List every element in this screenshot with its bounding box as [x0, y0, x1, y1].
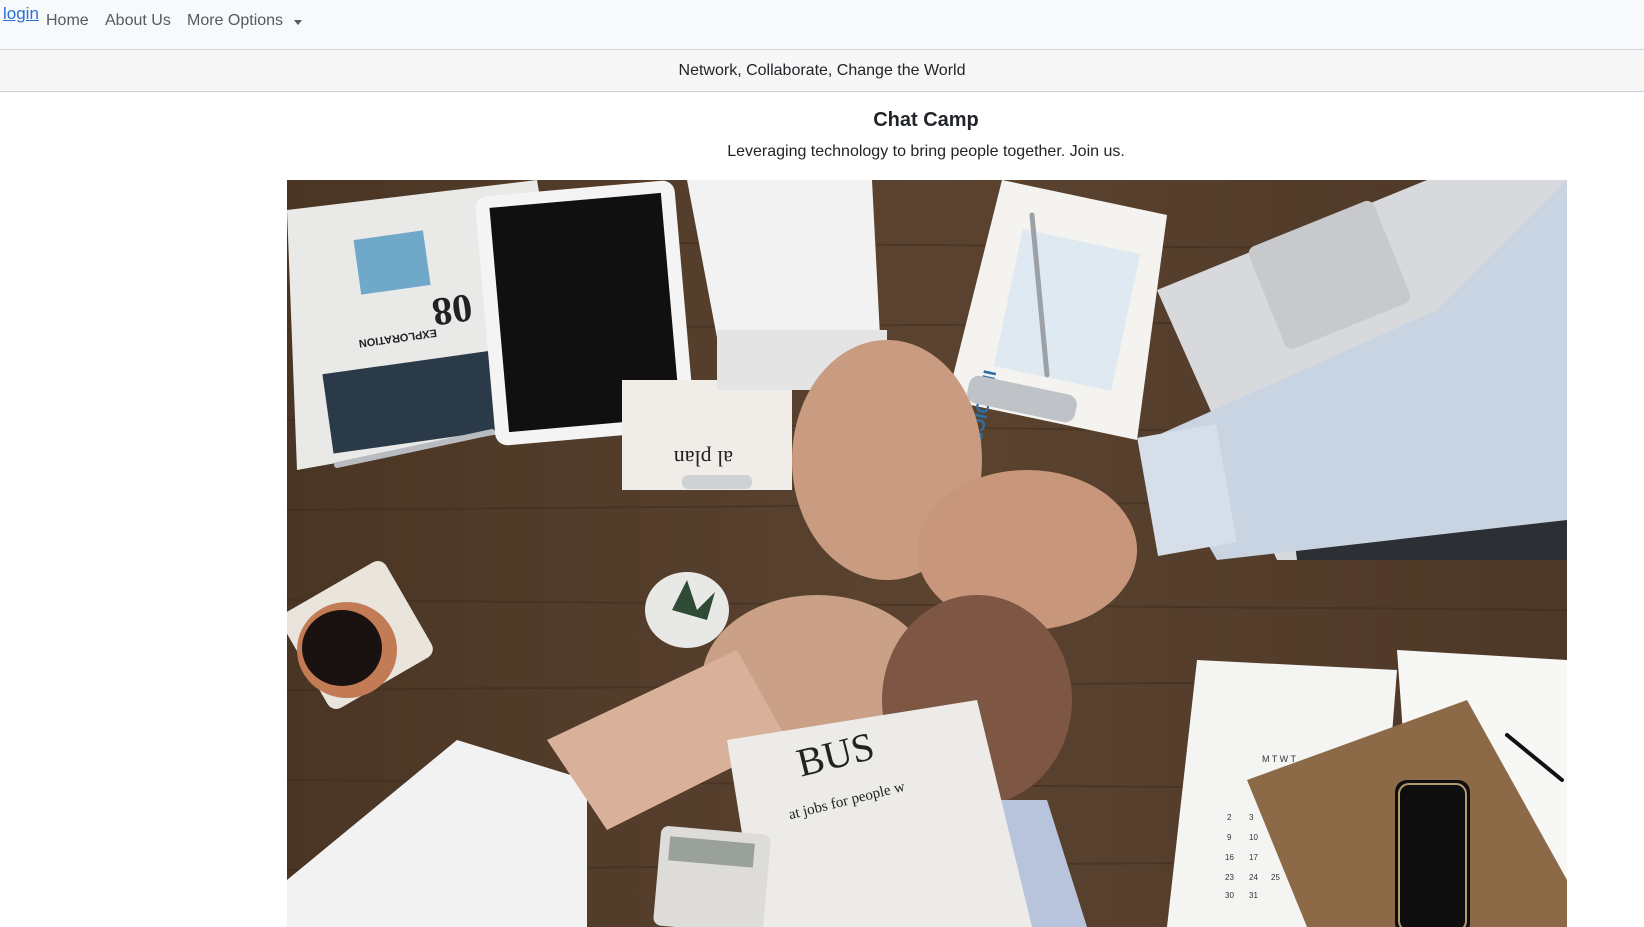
calendar-day: 24 [1249, 873, 1258, 882]
tagline-banner: Network, Collaborate, Change the World [0, 50, 1644, 92]
calendar-day: 2 [1227, 813, 1232, 822]
plan-text: al plan [674, 446, 733, 471]
calendar-day: 30 [1225, 891, 1234, 900]
calendar-day: 3 [1249, 813, 1254, 822]
chevron-down-icon[interactable] [294, 20, 302, 25]
nav-home-link[interactable]: Home [46, 12, 89, 30]
nav-more-options-dropdown[interactable]: More Options [187, 12, 283, 30]
calendar-header: M T W T [1262, 754, 1297, 764]
calendar-day: 17 [1249, 853, 1258, 862]
nav-about-link[interactable]: About Us [105, 12, 171, 30]
calendar-day: 31 [1249, 891, 1258, 900]
calendar-day: 10 [1249, 833, 1258, 842]
calendar-day: 9 [1227, 833, 1232, 842]
calendar-day: 25 [1271, 873, 1280, 882]
calendar-day: 23 [1225, 873, 1234, 882]
tagline-text: Network, Collaborate, Change the World [678, 62, 966, 79]
login-link[interactable]: login [3, 4, 39, 24]
navbar: login Home About Us More Options [0, 0, 1644, 50]
hero-image-graphic: 08 EXPLORATION al plan INVOICE BUS at jo… [287, 180, 1567, 927]
page-subtitle: Leveraging technology to bring people to… [727, 143, 1125, 160]
hero-image: 08 EXPLORATION al plan INVOICE BUS at jo… [287, 180, 1567, 927]
calendar-day: 16 [1225, 853, 1234, 862]
page-title: Chat Camp [873, 109, 979, 131]
